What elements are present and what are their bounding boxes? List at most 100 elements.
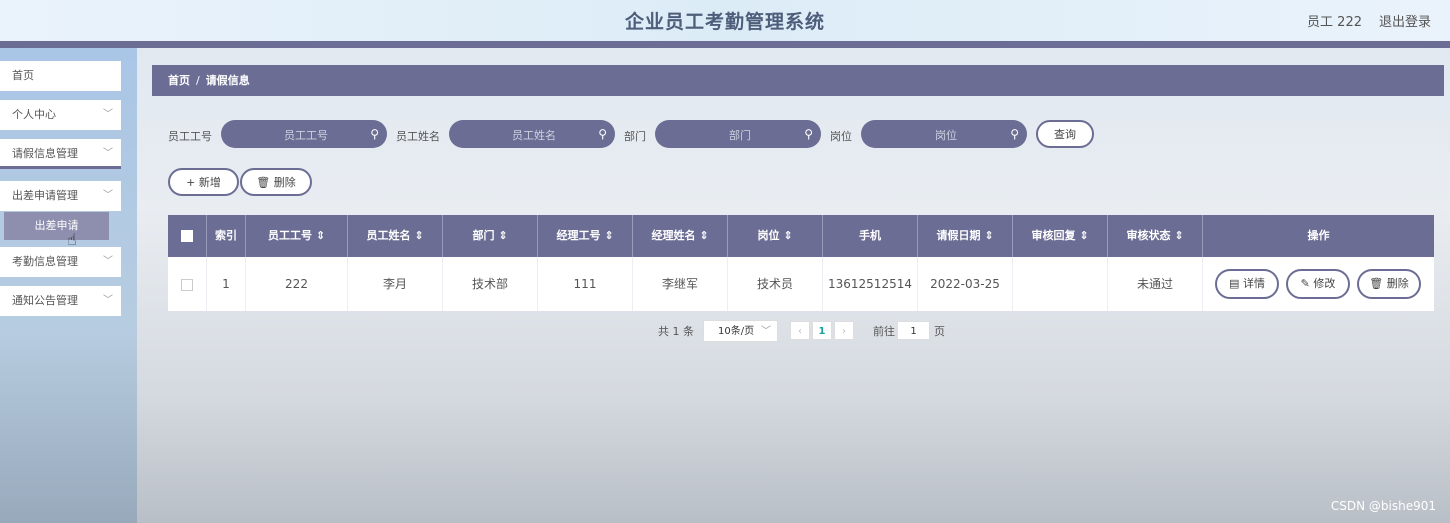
dept-input[interactable] (655, 120, 825, 150)
sort-icon: ⇕ (414, 229, 424, 242)
chevron-down-icon: ﹀ (103, 190, 113, 201)
row-delete-button[interactable]: 🗑 删除 (1357, 269, 1421, 299)
sidebar-item-notice[interactable]: 通知公告管理 ﹀ (0, 286, 121, 316)
cell-phone: 13612512514 (823, 257, 918, 311)
chevron-down-icon: ﹀ (103, 256, 113, 267)
app-title: 企业员工考勤管理系统 (624, 11, 825, 33)
table-header: 索引 员工工号 ⇕ 员工姓名 ⇕ 部门 ⇕ 经理工号 ⇕ 经理姓名 ⇕ 岗位 ⇕… (168, 215, 1434, 257)
cell-mgr-no: 111 (538, 257, 633, 311)
logout-link[interactable]: 退出登录 (1379, 11, 1431, 30)
emp-name-input[interactable] (449, 120, 619, 150)
goto-page-input[interactable]: 1 (897, 321, 930, 340)
cell-mgr-name: 李继军 (633, 257, 728, 311)
cell-dept: 技术部 (443, 257, 538, 311)
sidebar-item-personal[interactable]: 个人中心 ﹀ (0, 100, 121, 130)
col-mgr-no[interactable]: 经理工号 ⇕ (538, 215, 633, 257)
sidebar-item-label: 请假信息管理 (12, 147, 78, 160)
position-input[interactable] (861, 120, 1031, 150)
breadcrumb-separator: / (196, 74, 200, 87)
col-reply[interactable]: 审核回复 ⇕ (1013, 215, 1108, 257)
current-user: 员工 222 (1307, 15, 1362, 30)
sort-icon: ⇕ (498, 229, 508, 242)
sort-icon: ⇕ (984, 229, 994, 242)
chevron-down-icon: ﹀ (103, 109, 113, 120)
col-emp-name[interactable]: 员工姓名 ⇕ (348, 215, 443, 257)
cell-position: 技术员 (728, 257, 823, 311)
top-divider (0, 41, 1450, 48)
emp-name-search: ⚲ (449, 120, 619, 150)
dept-label: 部门 (624, 130, 646, 143)
col-status[interactable]: 审核状态 ⇕ (1108, 215, 1203, 257)
chevron-down-icon: ﹀ (103, 148, 113, 159)
add-button-label: 新增 (198, 176, 221, 189)
dept-search: ⚲ (655, 120, 825, 150)
row-select-cell (168, 257, 207, 311)
edit-button[interactable]: ✎ 修改 (1286, 269, 1350, 299)
cell-date: 2022-03-25 (918, 257, 1013, 311)
cell-reply (1013, 257, 1108, 311)
position-label: 岗位 (830, 130, 852, 143)
chevron-down-icon: ﹀ (103, 295, 113, 306)
select-all-cell (168, 215, 207, 257)
delete-button-label: 删除 (273, 176, 296, 189)
plus-icon: + (186, 176, 196, 189)
sort-icon: ⇕ (1079, 229, 1089, 242)
select-all-checkbox[interactable] (181, 230, 193, 242)
sort-icon: ⇕ (783, 229, 793, 242)
sort-icon: ⇕ (699, 229, 709, 242)
table-row: 1 222 李月 技术部 111 李继军 技术员 13612512514 202… (168, 257, 1434, 311)
sidebar-item-label: 个人中心 (12, 108, 56, 121)
emp-no-input[interactable] (221, 120, 391, 150)
page-size-select[interactable]: 10条/页 ﹀ (703, 320, 778, 342)
sidebar-item-business-trip[interactable]: 出差申请管理 ﹀ (0, 181, 121, 211)
goto-label: 前往 (873, 325, 895, 338)
row-checkbox[interactable] (181, 278, 193, 291)
cell-emp-no: 222 (246, 257, 348, 311)
trash-icon: 🗑 (1369, 277, 1384, 290)
cell-status: 未通过 (1108, 257, 1203, 311)
chevron-down-icon: ﹀ (761, 326, 771, 337)
search-icon: ⚲ (1010, 127, 1019, 141)
col-position[interactable]: 岗位 ⇕ (728, 215, 823, 257)
pencil-icon: ✎ (1300, 277, 1310, 290)
emp-name-label: 员工姓名 (396, 130, 440, 143)
emp-no-search: ⚲ (221, 120, 391, 150)
submenu-business-trip-apply[interactable]: 出差申请 (4, 212, 109, 240)
cell-emp-name: 李月 (348, 257, 443, 311)
detail-button[interactable]: ▤ 详情 (1215, 269, 1279, 299)
sidebar-item-leave[interactable]: 请假信息管理 ﹀ (0, 139, 121, 169)
query-button[interactable]: 查询 (1036, 120, 1094, 148)
sidebar-item-label: 首页 (12, 69, 34, 82)
search-icon: ⚲ (370, 127, 379, 141)
sidebar-item-attendance[interactable]: 考勤信息管理 ﹀ (0, 247, 121, 277)
col-mgr-name[interactable]: 经理姓名 ⇕ (633, 215, 728, 257)
col-phone: 手机 (823, 215, 918, 257)
sidebar-item-label: 通知公告管理 (12, 294, 78, 307)
sort-icon: ⇕ (604, 229, 614, 242)
breadcrumb-home[interactable]: 首页 (168, 74, 190, 87)
search-icon: ⚲ (804, 127, 813, 141)
sidebar-item-label: 出差申请管理 (12, 189, 78, 202)
page-number-current[interactable]: 1 (812, 321, 832, 340)
document-icon: ▤ (1229, 277, 1240, 290)
prev-page-button[interactable]: ‹ (790, 321, 810, 340)
sort-icon: ⇕ (1174, 229, 1184, 242)
cell-index: 1 (207, 257, 246, 311)
position-search: ⚲ (861, 120, 1031, 150)
breadcrumb-current: 请假信息 (205, 74, 250, 87)
watermark: CSDN @bishe901 (1330, 499, 1436, 513)
sidebar-item-home[interactable]: 首页 (0, 61, 121, 91)
col-date[interactable]: 请假日期 ⇕ (918, 215, 1013, 257)
page-unit-label: 页 (934, 325, 945, 338)
emp-no-label: 员工工号 (168, 130, 212, 143)
sort-icon: ⇕ (315, 229, 326, 242)
delete-button[interactable]: 🗑 删除 (240, 168, 312, 196)
add-button[interactable]: + 新增 (168, 168, 239, 196)
search-icon: ⚲ (598, 127, 607, 141)
next-page-button[interactable]: › (834, 321, 854, 340)
breadcrumb: 首页 / 请假信息 (152, 65, 1444, 96)
trash-icon: 🗑 (256, 176, 271, 189)
col-dept[interactable]: 部门 ⇕ (443, 215, 538, 257)
col-index: 索引 (207, 215, 246, 257)
col-emp-no[interactable]: 员工工号 ⇕ (246, 215, 348, 257)
